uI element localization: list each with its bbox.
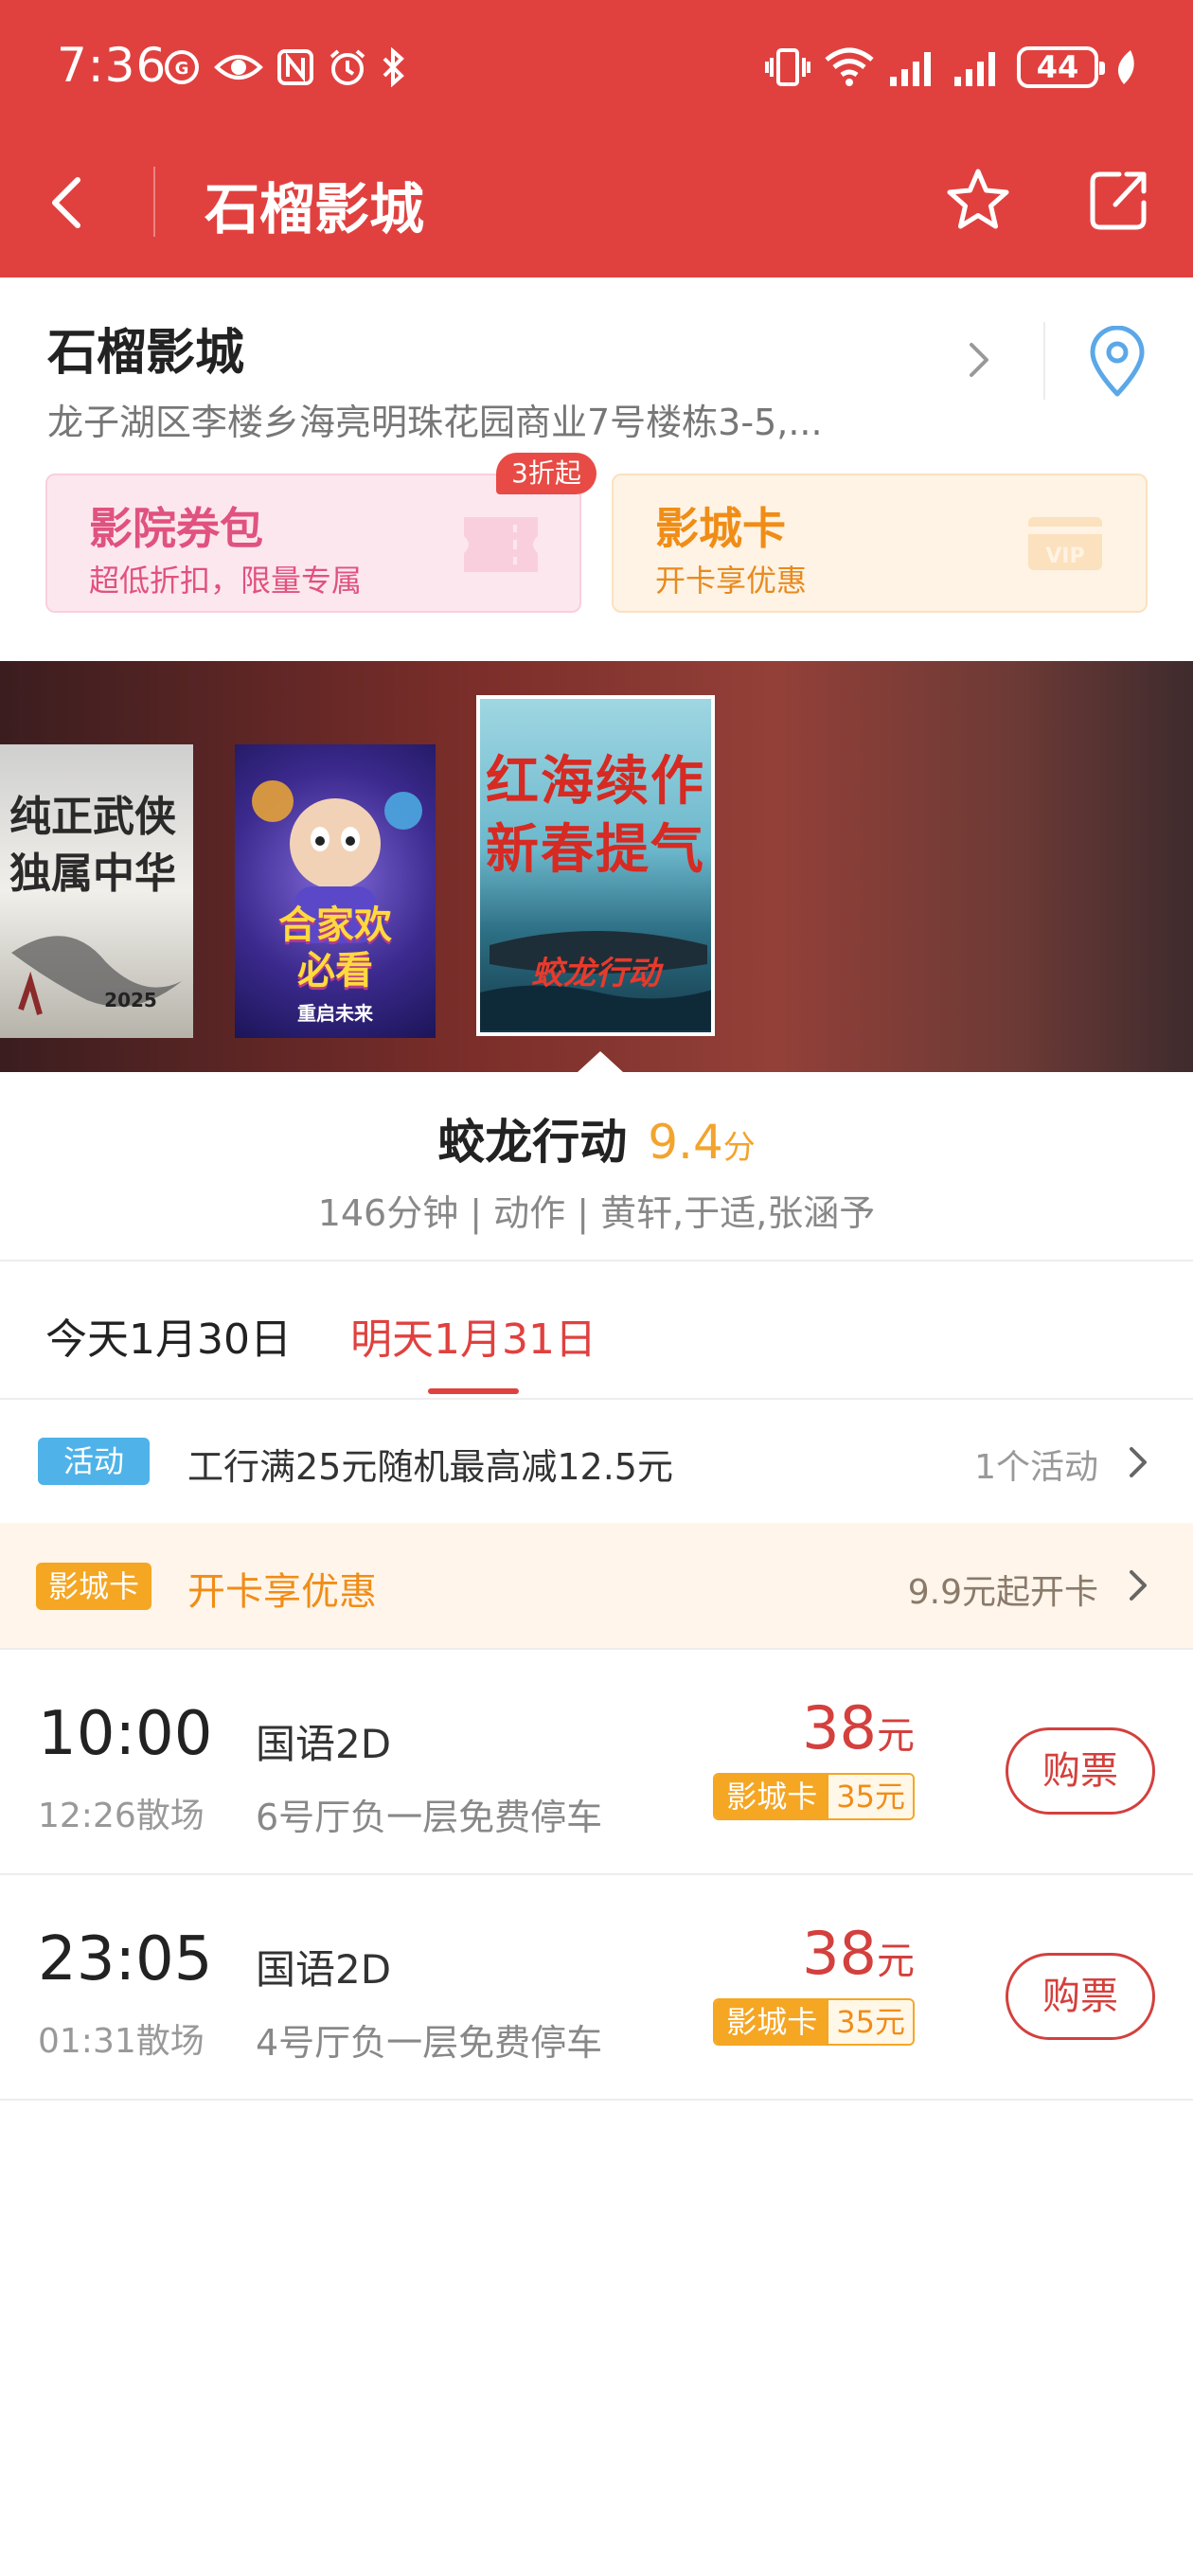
app-header: 7:36 G 44 石榴影城: [0, 0, 1193, 277]
coupon-pack-subtitle: 超低折扣，限量专属: [89, 563, 363, 599]
member-card-text: 开卡享优惠: [187, 1570, 377, 1614]
bluetooth-icon: [383, 47, 404, 87]
member-price-tag: 影城卡 35元: [713, 1998, 915, 2046]
movie-score-unit: 分: [722, 1129, 756, 1167]
tab-active-indicator: [428, 1388, 519, 1394]
back-button[interactable]: [38, 169, 95, 237]
movie-title: 蛟龙行动: [437, 1115, 628, 1170]
movie-title-row[interactable]: 蛟龙行动 9.4分: [0, 1104, 1193, 1172]
poster-tagline: 纯正武侠: [9, 793, 176, 841]
cinema-divider: [1043, 322, 1045, 400]
poster-tagline: 红海续作: [486, 751, 705, 813]
showtime-price: 38元: [802, 1693, 915, 1762]
price-unit: 元: [877, 1714, 915, 1758]
poster-logo: 蛟龙行动: [531, 955, 660, 993]
status-time: 7:36: [57, 38, 168, 93]
vip-card-icon: VIP: [1028, 517, 1102, 570]
divider: [0, 1398, 1193, 1400]
activity-count: 1个活动: [974, 1448, 1098, 1487]
member-card-title: 影城卡: [655, 503, 786, 554]
battery-icon: 44: [1017, 46, 1105, 88]
coupon-pack-title: 影院券包: [89, 503, 263, 554]
page-title: 石榴影城: [205, 177, 425, 242]
member-card-row[interactable]: 影城卡 开卡享优惠 9.9元起开卡: [0, 1523, 1193, 1648]
selected-poster-pointer: [578, 1051, 623, 1072]
movie-poster[interactable]: 纯正武侠 独属中华 2025: [0, 744, 193, 1038]
member-card-promo[interactable]: 影城卡 开卡享优惠 VIP: [612, 474, 1148, 613]
discount-badge: 3折起: [496, 453, 596, 494]
buy-ticket-button[interactable]: 购票: [1006, 1727, 1155, 1815]
member-card-price: 9.9元起开卡: [907, 1573, 1098, 1612]
chevron-right-icon: [1130, 1570, 1147, 1601]
divider: [0, 2099, 1193, 2101]
poster-tagline: 独属中华: [9, 850, 176, 898]
showtime-language: 国语2D: [256, 1946, 392, 1993]
activity-text: 工行满25元随机最高减12.5元: [187, 1446, 673, 1488]
showtime-hall: 4号厅负一层免费停车: [256, 2022, 603, 2064]
tab-today[interactable]: 今天1月30日: [45, 1305, 292, 1366]
showtime-end: 12:26散场: [38, 1797, 205, 1835]
member-price-label: 影城卡: [715, 1775, 829, 1818]
app-badge-icon: G: [165, 50, 199, 84]
cinema-address[interactable]: 龙子湖区李楼乡海亮明珠花园商业7号楼栋3-5,...: [47, 393, 909, 445]
chevron-left-icon: [52, 177, 80, 228]
eye-icon: [214, 55, 263, 80]
member-card-tag: 影城卡: [36, 1563, 151, 1610]
price-unit: 元: [877, 1940, 915, 1983]
chevron-right-icon[interactable]: [964, 339, 992, 381]
poster-subtitle: 重启未来: [297, 1002, 373, 1025]
ticket-icon: [464, 517, 538, 572]
chevron-right-icon: [1130, 1447, 1147, 1477]
status-right-icons: 44: [765, 43, 1136, 92]
tab-tomorrow[interactable]: 明天1月31日: [350, 1305, 596, 1366]
showtime-language: 国语2D: [256, 1721, 392, 1767]
alarm-icon: [329, 49, 365, 85]
showtime-start: 23:05: [38, 1924, 213, 1995]
price-value: 38: [802, 1693, 877, 1762]
member-price-label: 影城卡: [715, 2000, 829, 2044]
vibrate-icon: [765, 48, 810, 86]
showtime-price: 38元: [802, 1919, 915, 1988]
movie-poster-selected[interactable]: 红海续作 新春提气 蛟龙行动: [476, 695, 715, 1036]
signal-icon: [954, 52, 995, 86]
showtime-hall: 6号厅负一层免费停车: [256, 1797, 603, 1838]
buy-ticket-button[interactable]: 购票: [1006, 1953, 1155, 2040]
nav-divider: [153, 167, 155, 237]
cinema-name[interactable]: 石榴影城: [47, 313, 244, 384]
activity-row[interactable]: 活动 工行满25元随机最高减12.5元 1个活动: [0, 1402, 1193, 1523]
member-card-subtitle: 开卡享优惠: [655, 563, 808, 599]
movie-score: 9.4: [648, 1115, 723, 1170]
svg-text:G: G: [175, 59, 189, 79]
showtime-end: 01:31散场: [38, 2022, 205, 2061]
poster-year: 2025: [104, 989, 157, 1011]
vip-text: VIP: [1045, 545, 1084, 568]
poster-tagline: 新春提气: [486, 819, 705, 881]
coupon-pack-card[interactable]: 影院券包 超低折扣，限量专属: [45, 474, 581, 613]
nfc-icon: [277, 49, 313, 85]
leaf-icon: [1117, 50, 1134, 84]
movie-meta: 146分钟 | 动作 | 黄轩,于适,张涵予: [317, 1192, 876, 1234]
activity-tag: 活动: [38, 1438, 150, 1485]
location-pin-icon[interactable]: [1087, 326, 1148, 398]
share-icon[interactable]: [1087, 167, 1151, 233]
favorite-star-icon[interactable]: [945, 167, 1011, 233]
poster-tagline: 必看: [297, 949, 373, 993]
movie-poster[interactable]: 合家欢 必看 重启未来: [235, 744, 436, 1038]
member-price-tag: 影城卡 35元: [713, 1773, 915, 1820]
wifi-icon: [825, 47, 874, 86]
member-price-value: 35元: [828, 1775, 913, 1818]
showtime-start: 10:00: [38, 1699, 213, 1769]
status-left-icons: G: [163, 43, 405, 92]
movie-poster-carousel[interactable]: 纯正武侠 独属中华 2025 合家欢 必看 重启未来 红海续作 新春提气 蛟龙行: [0, 661, 1193, 1072]
member-price-value: 35元: [828, 2000, 913, 2044]
price-value: 38: [802, 1919, 877, 1988]
signal-icon: [890, 52, 931, 86]
showtime-row[interactable]: 23:05 01:31散场 国语2D 4号厅负一层免费停车 38元 影城卡 35…: [0, 1875, 1193, 2099]
divider: [0, 1260, 1193, 1261]
showtime-row[interactable]: 10:00 12:26散场 国语2D 6号厅负一层免费停车 38元 影城卡 35…: [0, 1650, 1193, 1873]
